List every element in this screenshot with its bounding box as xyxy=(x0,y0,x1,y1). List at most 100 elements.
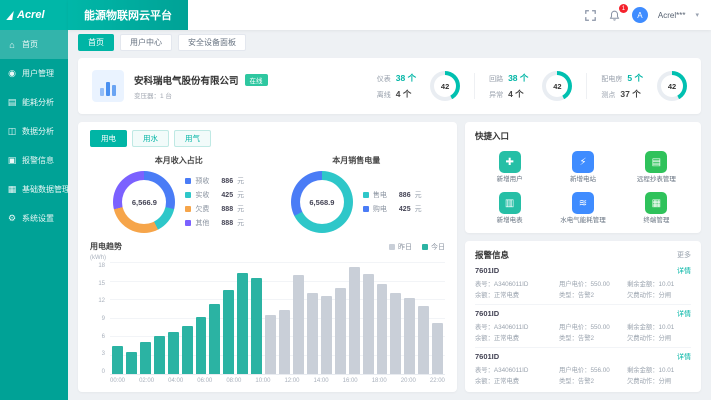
legend-item[interactable]: 其他888元 xyxy=(185,218,244,228)
sidebar-item-5[interactable]: ▣报警信息 xyxy=(0,146,68,175)
chevron-down-icon[interactable]: ▾ xyxy=(695,11,699,19)
quick-entry-6[interactable]: ▦终端管理 xyxy=(622,192,691,224)
alarm-field: 剩余金额：10.01 xyxy=(627,322,691,331)
avatar[interactable]: A xyxy=(632,7,648,23)
tab-3[interactable]: 安全设备面板 xyxy=(178,34,246,51)
stat-group: 配电房5 个测点37 个 xyxy=(601,72,643,100)
x-tick-label: 10:00 xyxy=(255,378,270,384)
legend-label: 欠费 xyxy=(195,204,217,214)
stat-value: 4 个 xyxy=(396,88,412,100)
ring-value: 42 xyxy=(661,75,683,97)
main-area: 能源物联网云平台 1 A Acrel*** ▾ 首页用户中心安全设备面板 xyxy=(68,0,711,400)
main-row: 用电用水用气 本月收入占比 6,566.9 预收886元实收425元欠费888元… xyxy=(78,122,701,392)
legend-label: 售电 xyxy=(373,190,395,200)
alarm-field: 类型：告警2 xyxy=(559,376,623,384)
ring-value: 42 xyxy=(434,75,456,97)
bar xyxy=(349,267,360,374)
legend-item[interactable]: 实收425元 xyxy=(185,190,244,200)
alarm-field: 余额：正常电费 xyxy=(475,290,555,299)
stat-row: 仪表 38 个 xyxy=(377,72,416,84)
x-tick-label: 14:00 xyxy=(314,378,329,384)
energy-tab-1[interactable]: 用电 xyxy=(90,130,127,147)
card-title: 快捷入口 xyxy=(475,130,691,142)
bar xyxy=(321,296,332,374)
bar xyxy=(168,332,179,374)
quick-entry-4[interactable]: ▥新增电表 xyxy=(475,192,544,224)
x-tick-label: 16:00 xyxy=(343,378,358,384)
legend-value: 886 xyxy=(221,178,233,185)
quick-entry-5[interactable]: ≋水电气能耗管理 xyxy=(548,192,617,224)
sidebar-item-3[interactable]: ▤能耗分析 xyxy=(0,88,68,117)
more-link[interactable]: 更多 xyxy=(677,250,691,260)
energy-tab-2[interactable]: 用水 xyxy=(132,130,169,147)
stat-row: 异常4 个 xyxy=(489,88,528,100)
detail-link[interactable]: 详情 xyxy=(677,309,691,319)
y-axis: 1815129630 xyxy=(90,263,110,375)
bar xyxy=(182,326,193,374)
y-tick-label: 12 xyxy=(98,298,105,304)
bar xyxy=(418,306,429,374)
company-sub: 变压器：1 台 xyxy=(134,90,268,100)
tab-1[interactable]: 首页 xyxy=(78,34,114,51)
tab-2[interactable]: 用户中心 xyxy=(120,34,172,51)
legend-item[interactable]: 售电886元 xyxy=(363,190,422,200)
notification-bell-icon[interactable]: 1 xyxy=(608,8,622,22)
sidebar-item-4[interactable]: ◫数据分析 xyxy=(0,117,68,146)
bar xyxy=(265,315,276,374)
y-tick-label: 3 xyxy=(102,351,105,357)
bar xyxy=(363,274,374,374)
meter-reading-icon: ▤ xyxy=(645,151,667,173)
bar xyxy=(223,290,234,374)
stat-label: 仪表 xyxy=(377,74,391,84)
alarm-field: 余额：正常电费 xyxy=(475,333,555,342)
divider xyxy=(474,73,475,99)
quick-entry-3[interactable]: ▤远程抄表管理 xyxy=(622,151,691,183)
legend-swatch xyxy=(389,244,395,250)
legend-swatch xyxy=(185,178,191,184)
sidebar-item-2[interactable]: ◉用户管理 xyxy=(0,59,68,88)
stat-value: 5 个 xyxy=(627,72,643,84)
sales-legend: 售电886元购电425元 xyxy=(363,190,422,214)
y-axis-unit: (kWh) xyxy=(90,255,445,261)
legend-item[interactable]: 欠费888元 xyxy=(185,204,244,214)
legend-item[interactable]: 预收886元 xyxy=(185,176,244,186)
detail-link[interactable]: 详情 xyxy=(677,266,691,276)
page-title: 能源物联网云平台 xyxy=(68,0,188,30)
legend-swatch xyxy=(185,192,191,198)
stat-label: 配电房 xyxy=(601,74,622,84)
sales-donut-chart: 6,568.9 xyxy=(291,171,353,233)
sidebar-item-label: 报警信息 xyxy=(22,155,54,166)
quick-entry-label: 新增用户 xyxy=(497,176,523,183)
x-tick-label: 02:00 xyxy=(139,378,154,384)
stat-value: 38 个 xyxy=(396,72,416,84)
sidebar-item-1[interactable]: ⌂首页 xyxy=(0,30,68,59)
logo[interactable]: Acrel xyxy=(0,0,68,30)
y-tick-label: 0 xyxy=(102,369,105,375)
fullscreen-icon[interactable] xyxy=(584,8,598,22)
legend-item[interactable]: 昨日 xyxy=(389,242,412,252)
legend-item[interactable]: 今日 xyxy=(422,242,445,252)
bar xyxy=(251,278,262,374)
trend-legend: 昨日今日 xyxy=(389,242,445,252)
bar xyxy=(404,298,415,374)
sidebar-item-7[interactable]: ⚙系统设置 xyxy=(0,204,68,233)
add-user-icon: ✚ xyxy=(499,151,521,173)
energy-tab-3[interactable]: 用气 xyxy=(174,130,211,147)
y-tick-label: 15 xyxy=(98,281,105,287)
quick-entry-1[interactable]: ✚ 新增用户 xyxy=(475,151,544,183)
quick-entry-2[interactable]: ⚡新增电站 xyxy=(548,151,617,183)
ring-value: 42 xyxy=(546,75,568,97)
bar xyxy=(154,336,165,374)
income-legend: 预收886元实收425元欠费888元其他888元 xyxy=(185,176,244,228)
legend-item[interactable]: 购电425元 xyxy=(363,204,422,214)
detail-link[interactable]: 详情 xyxy=(677,352,691,362)
sidebar-item-6[interactable]: ▦基础数据管理 xyxy=(0,175,68,204)
alarm-list: 7601ID详情表号：A3406011ID用户电价：550.00剩余金额：10.… xyxy=(475,262,691,384)
stat-value: 37 个 xyxy=(620,88,640,100)
legend-swatch xyxy=(185,220,191,226)
legend-unit: 元 xyxy=(237,218,244,228)
x-tick-label: 22:00 xyxy=(430,378,445,384)
bar xyxy=(293,275,304,374)
gear-icon: ⚙ xyxy=(7,213,17,224)
chart-title: 本月销售电量 xyxy=(332,155,380,166)
